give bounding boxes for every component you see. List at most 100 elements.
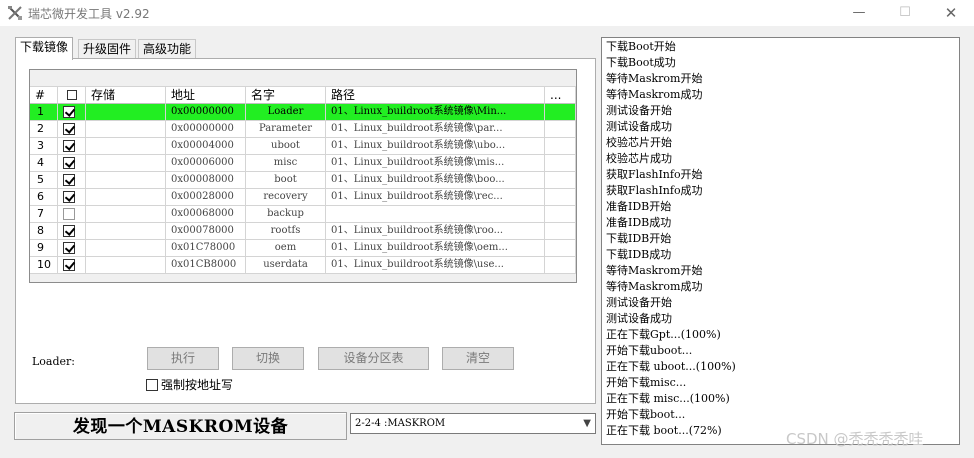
table-row[interactable]: 2 0x00000000 Parameter 01、Linux_buildroot系统… <box>30 121 576 138</box>
row-check-cell[interactable] <box>58 121 86 138</box>
log-line: 等待Maskrom开始 <box>606 72 703 85</box>
tab-download-image[interactable]: 下载镜像 <box>15 37 74 60</box>
log-line: 开始下载boot... <box>606 408 686 421</box>
column-header-more[interactable]: ... <box>545 87 576 104</box>
log-line: 准备IDB开始 <box>606 200 672 213</box>
row-check-cell[interactable] <box>58 240 86 257</box>
row-name-cell: boot <box>246 172 326 189</box>
row-checkbox-icon[interactable] <box>63 157 75 169</box>
log-line: 测试设备成功 <box>606 312 672 325</box>
table-row[interactable]: 3 0x00004000 uboot 01、Linux_buildroot系统镜像\u… <box>30 138 576 155</box>
row-checkbox-icon[interactable] <box>63 174 75 186</box>
row-num-cell: 3 <box>30 138 58 155</box>
column-header-name[interactable]: 名字 <box>246 87 326 104</box>
clear-button[interactable]: 清空 <box>442 347 514 370</box>
row-path-cell[interactable]: 01、Linux_buildroot系统镜像\mis... <box>326 155 545 172</box>
log-line: 下载Boot成功 <box>606 56 676 69</box>
table-row[interactable]: 7 0x00068000 backup <box>30 206 576 223</box>
row-name-cell: Loader <box>246 104 326 121</box>
log-line: 测试设备开始 <box>606 296 672 309</box>
status-box: 发现一个MASKROM设备 <box>14 412 347 440</box>
row-address-cell: 0x00078000 <box>166 223 246 240</box>
row-num-cell: 7 <box>30 206 58 223</box>
row-num-cell: 1 <box>30 104 58 121</box>
table-row[interactable]: 10 0x01CB8000 userdata 01、Linux_buildroot系统… <box>30 257 576 274</box>
row-checkbox-icon[interactable] <box>63 191 75 203</box>
row-path-cell[interactable]: 01、Linux_buildroot系统镜像\rec... <box>326 189 545 206</box>
maximize-button[interactable]: ☐ <box>882 0 928 26</box>
row-check-cell[interactable] <box>58 206 86 223</box>
column-header-path[interactable]: 路径 <box>326 87 545 104</box>
row-num-cell: 8 <box>30 223 58 240</box>
row-path-cell[interactable]: 01、Linux_buildroot系统镜像\par... <box>326 121 545 138</box>
log-line: 下载IDB成功 <box>606 248 672 261</box>
row-more-cell <box>545 206 576 223</box>
row-checkbox-icon[interactable] <box>63 225 75 237</box>
row-storage-cell <box>86 206 166 223</box>
column-header-address[interactable]: 地址 <box>166 87 246 104</box>
tab-advanced[interactable]: 高级功能 <box>138 39 197 59</box>
row-checkbox-icon[interactable] <box>63 106 75 118</box>
table-group-bar <box>30 70 576 87</box>
log-panel[interactable]: 下载Boot开始 下载Boot成功 等待Maskrom开始 等待Maskrom成功 测试… <box>601 37 960 445</box>
row-num-cell: 2 <box>30 121 58 138</box>
table-empty-area <box>30 274 576 282</box>
row-checkbox-icon[interactable] <box>63 208 75 220</box>
partition-table-button[interactable]: 设备分区表 <box>318 347 429 370</box>
row-storage-cell <box>86 189 166 206</box>
row-check-cell[interactable] <box>58 155 86 172</box>
row-address-cell: 0x01CB8000 <box>166 257 246 274</box>
device-select[interactable]: 2-2-4 :MASKROM ▼ <box>350 413 596 434</box>
row-path-cell[interactable]: 01、Linux_buildroot系统镜像\ubo... <box>326 138 545 155</box>
log-line: 下载Boot开始 <box>606 40 676 53</box>
checkbox-icon[interactable] <box>146 379 158 391</box>
table-row[interactable]: 8 0x00078000 rootfs 01、Linux_buildroot系统镜像\… <box>30 223 576 240</box>
row-checkbox-icon[interactable] <box>63 123 75 135</box>
table-row[interactable]: 4 0x00006000 misc 01、Linux_buildroot系统镜像\mi… <box>30 155 576 172</box>
row-check-cell[interactable] <box>58 223 86 240</box>
log-line: 校验芯片开始 <box>606 136 672 149</box>
column-header-storage[interactable]: 存储 <box>86 87 166 104</box>
row-path-cell[interactable]: 01、Linux_buildroot系统镜像\use... <box>326 257 545 274</box>
log-line: 获取FlashInfo成功 <box>606 184 703 197</box>
row-address-cell: 0x00000000 <box>166 121 246 138</box>
row-address-cell: 0x00008000 <box>166 172 246 189</box>
column-header-num[interactable]: # <box>30 87 58 104</box>
row-path-cell[interactable]: 01、Linux_buildroot系统镜像\roo... <box>326 223 545 240</box>
row-check-cell[interactable] <box>58 189 86 206</box>
chevron-down-icon[interactable]: ▼ <box>583 414 591 433</box>
tab-upgrade-firmware[interactable]: 升级固件 <box>78 39 137 59</box>
row-path-cell[interactable]: 01、Linux_buildroot系统镜像\oem... <box>326 240 545 257</box>
table-row[interactable]: 6 0x00028000 recovery 01、Linux_buildroot系统镜… <box>30 189 576 206</box>
row-name-cell: uboot <box>246 138 326 155</box>
table-row[interactable]: 5 0x00008000 boot 01、Linux_buildroot系统镜像\bo… <box>30 172 576 189</box>
row-check-cell[interactable] <box>58 138 86 155</box>
table-row[interactable]: 1 0x00000000 Loader 01、Linux_buildroot系统镜像\… <box>30 104 576 121</box>
row-address-cell: 0x00000000 <box>166 104 246 121</box>
row-num-cell: 9 <box>30 240 58 257</box>
table-row[interactable]: 9 0x01C78000 oem 01、Linux_buildroot系统镜像\oem… <box>30 240 576 257</box>
row-path-cell[interactable]: 01、Linux_buildroot系统镜像\boo... <box>326 172 545 189</box>
row-num-cell: 10 <box>30 257 58 274</box>
row-path-cell[interactable]: 01、Linux_buildroot系统镜像\Min... <box>326 104 545 121</box>
row-check-cell[interactable] <box>58 257 86 274</box>
row-storage-cell <box>86 138 166 155</box>
row-more-cell <box>545 257 576 274</box>
row-more-cell <box>545 121 576 138</box>
switch-button[interactable]: 切换 <box>232 347 304 370</box>
column-header-check[interactable] <box>58 87 86 104</box>
minimize-button[interactable]: — <box>836 0 882 26</box>
row-path-cell[interactable] <box>326 206 545 223</box>
row-more-cell <box>545 172 576 189</box>
execute-button[interactable]: 执行 <box>147 347 219 370</box>
row-storage-cell <box>86 240 166 257</box>
close-button[interactable]: ✕ <box>928 0 974 26</box>
row-storage-cell <box>86 257 166 274</box>
image-table: # 存储 地址 名字 路径 ... 1 0x00000000 Loader 01、Li… <box>29 69 577 283</box>
row-checkbox-icon[interactable] <box>63 259 75 271</box>
row-name-cell: oem <box>246 240 326 257</box>
row-check-cell[interactable] <box>58 172 86 189</box>
row-checkbox-icon[interactable] <box>63 242 75 254</box>
row-check-cell[interactable] <box>58 104 86 121</box>
row-checkbox-icon[interactable] <box>63 140 75 152</box>
